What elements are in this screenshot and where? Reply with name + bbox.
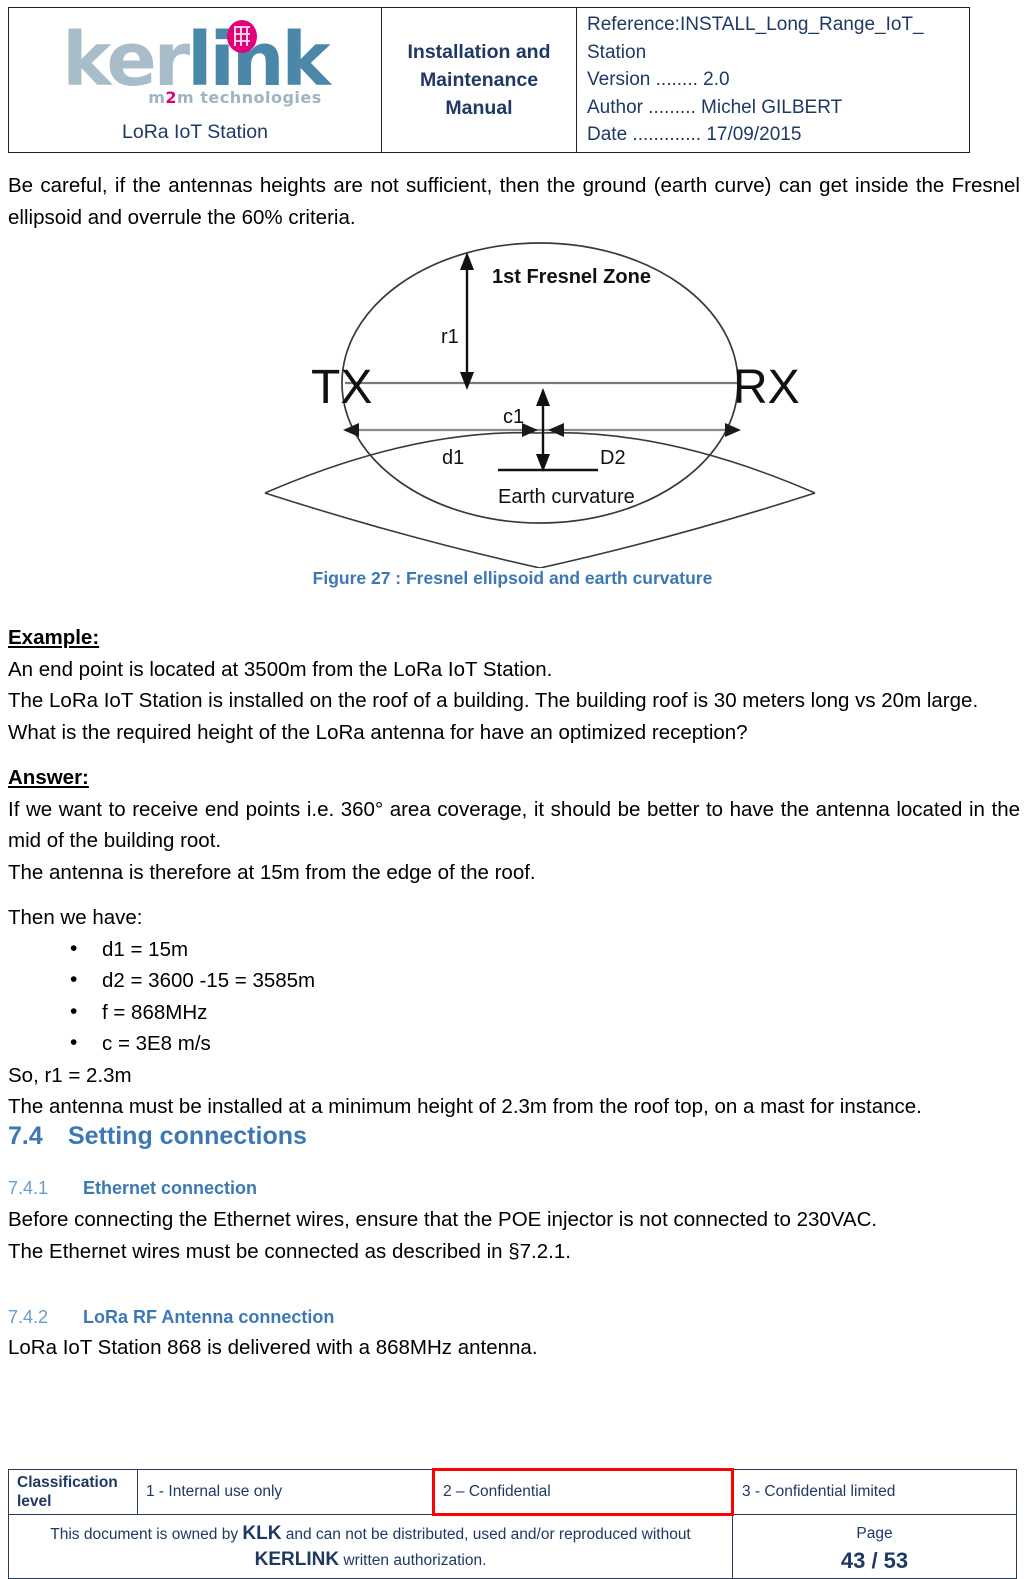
document-page: kerlink m2m technologies LoRa IoT Statio…	[0, 0, 1025, 1579]
intro-paragraph: Be careful, if the antennas heights are …	[8, 174, 1020, 229]
example-block: Example: An end point is located at 3500…	[8, 622, 1020, 748]
answer-block: Answer: If we want to receive end points…	[8, 762, 1020, 888]
footer-classification-row: Classification level 1 - Internal use on…	[8, 1468, 1017, 1516]
footer-page-number: 43 / 53	[840, 1547, 909, 1573]
label-d2: D2	[600, 447, 626, 469]
section-7-4-2-text: LoRa IoT Station 868 is delivered with a…	[8, 1332, 1020, 1364]
label-tx: TX	[311, 361, 372, 414]
header-version: Version ........ 2.0	[587, 69, 730, 90]
example-heading: Example:	[8, 626, 100, 649]
heading-7-4-1-title: Ethernet connection	[83, 1178, 258, 1198]
header-reference-cont: Station	[587, 41, 647, 63]
header-document-title: Installation and Maintenance Manual	[381, 7, 577, 153]
footer-copyright-notice: This document is owned by KLK and can no…	[8, 1514, 733, 1579]
footer-page-label: Page	[856, 1524, 893, 1542]
heading-7-4-1: 7.4.1 Ethernet connection	[8, 1178, 257, 1199]
header-row: kerlink m2m technologies LoRa IoT Statio…	[8, 7, 970, 153]
r1-bottom-arrowhead	[460, 372, 474, 390]
heading-7-4-title: Setting connections	[68, 1122, 307, 1150]
header-date: Date ............. 17/09/2015	[587, 124, 802, 145]
section-7-4-1-text: Before connecting the Ethernet wires, en…	[8, 1204, 1020, 1267]
footer-classification-level-1[interactable]: 1 - Internal use only	[137, 1469, 434, 1515]
calc-intro: Then we have:	[8, 906, 143, 929]
logo-wordmark: kerlink	[9, 22, 381, 98]
heading-7-4: 7.4 Setting connections	[8, 1122, 307, 1151]
label-r1: r1	[441, 326, 459, 348]
header-product-name: LoRa IoT Station	[122, 120, 268, 143]
logo-tagline-two: 2	[165, 87, 177, 107]
label-c1: c1	[503, 406, 524, 428]
notice-kerlink: KERLINK	[254, 1549, 340, 1570]
notice-post: written authorization.	[339, 1552, 487, 1569]
logo-tagline-pre: m	[148, 87, 166, 107]
figure-caption: Figure 27 : Fresnel ellipsoid and earth …	[312, 568, 713, 588]
header-author: Author ......... Michel GILBERT	[587, 96, 843, 118]
d2-right-arrowhead	[725, 423, 741, 437]
footer-page-cell: Page 43 / 53	[732, 1514, 1017, 1579]
answer-line-2: The antenna is therefore at 15m from the…	[8, 860, 536, 884]
document-header-table: kerlink m2m technologies LoRa IoT Statio…	[8, 7, 970, 153]
calc-result: So, r1 = 2.3m	[8, 1063, 132, 1087]
notice-pre: This document is owned by	[50, 1526, 243, 1543]
section-7-4-2-line-1: LoRa IoT Station 868 is delivered with a…	[8, 1336, 538, 1359]
section-7-4-1-line-1: Before connecting the Ethernet wires, en…	[8, 1208, 878, 1231]
calc-conclusion: The antenna must be installed at a minim…	[8, 1095, 922, 1118]
fresnel-diagram-svg: 1st Fresnel Zone r1 TX RX d1 c1 D2 Earth…	[264, 242, 816, 569]
list-item: d2 = 3600 -15 = 3585m	[68, 964, 1020, 997]
d1-right-arrowhead	[522, 423, 538, 437]
heading-7-4-2-title: LoRa RF Antenna connection	[83, 1307, 335, 1327]
footer-classification-level-3[interactable]: 3 - Confidential limited	[732, 1469, 1017, 1515]
calc-list: d1 = 15m d2 = 3600 -15 = 3585m f = 868MH…	[8, 933, 1020, 1060]
calculation-block: Then we have: d1 = 15m d2 = 3600 -15 = 3…	[8, 902, 1020, 1123]
heading-7-4-2-number: 7.4.2	[8, 1307, 49, 1327]
footer-notice-row: This document is owned by KLK and can no…	[8, 1514, 1017, 1579]
fresnel-diagram: 1st Fresnel Zone r1 TX RX d1 c1 D2 Earth…	[255, 238, 825, 569]
notice-mid: and can not be distributed, used and/or …	[281, 1526, 691, 1543]
logo-circuit-dot-icon	[227, 19, 257, 53]
label-d1: d1	[442, 447, 464, 469]
document-footer-table: Classification level 1 - Internal use on…	[8, 1468, 1017, 1579]
header-metadata-cell: Reference:INSTALL_Long_Range_IoT_ Statio…	[576, 7, 970, 153]
logo-tagline-post: m technologies	[177, 87, 322, 107]
label-rx: RX	[733, 361, 800, 414]
answer-heading: Answer:	[8, 766, 89, 789]
heading-7-4-1-number: 7.4.1	[8, 1178, 49, 1198]
heading-7-4-number: 7.4	[8, 1122, 43, 1150]
footer-classification-label: Classification level	[8, 1469, 138, 1515]
label-first-fresnel-zone: 1st Fresnel Zone	[492, 266, 651, 288]
kerlink-logo: kerlink m2m technologies	[9, 19, 381, 120]
section-7-4-1-line-2: The Ethernet wires must be connected as …	[8, 1239, 571, 1263]
d2-left-arrowhead	[548, 423, 564, 437]
example-line-2: The LoRa IoT Station is installed on the…	[8, 689, 979, 712]
header-reference: Reference:INSTALL_Long_Range_IoT_	[587, 14, 924, 35]
c1-top-arrowhead	[536, 388, 550, 406]
label-earth-curvature: Earth curvature	[498, 486, 635, 508]
list-item: f = 868MHz	[68, 996, 1020, 1029]
example-line-1: An end point is located at 3500m from th…	[8, 657, 553, 681]
notice-klk: KLK	[242, 1523, 282, 1544]
logo-tagline: m2m technologies	[9, 88, 381, 107]
example-line-3: What is the required height of the LoRa …	[8, 720, 748, 744]
answer-paragraph: If we want to receive end points i.e. 36…	[8, 797, 1020, 853]
list-item: d1 = 15m	[68, 933, 1020, 966]
heading-7-4-2: 7.4.2 LoRa RF Antenna connection	[8, 1307, 334, 1328]
footer-classification-level-2[interactable]: 2 – Confidential	[432, 1468, 734, 1516]
list-item: c = 3E8 m/s	[68, 1027, 1020, 1060]
header-logo-cell: kerlink m2m technologies LoRa IoT Statio…	[8, 7, 382, 153]
